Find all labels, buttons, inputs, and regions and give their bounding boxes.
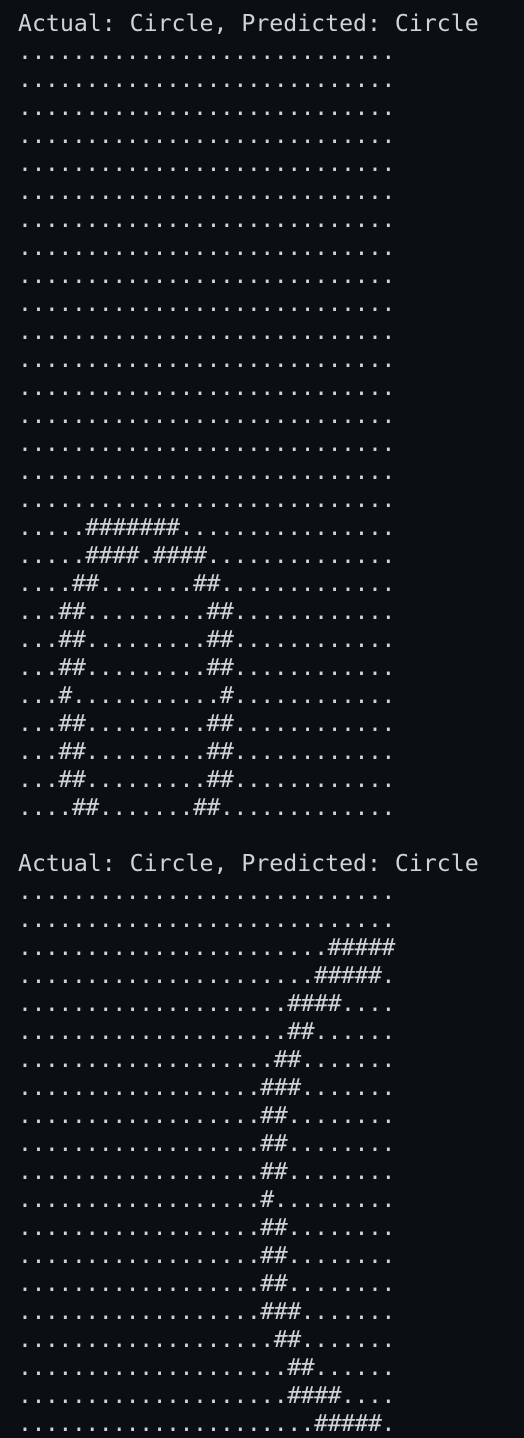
grid-row: ....................##...... [18,1354,395,1381]
prediction-header: Actual: Circle, Predicted: Circle [18,10,479,37]
grid-row: ...##.........##............ [18,626,395,653]
grid-row: ............................ [18,178,395,205]
grid-row: ............................ [18,402,395,429]
grid-row: ......................#####. [18,1410,395,1437]
sample-block-1: Actual: Circle, Predicted: Circle ......… [18,10,524,822]
grid-row: .....####.####.............. [18,542,395,569]
grid-row: ...##.........##............ [18,710,395,737]
grid-row: ...#...........#............ [18,682,395,709]
grid-row: ..................##........ [18,1242,395,1269]
grid-row: ............................ [18,458,395,485]
grid-row: ...##.........##............ [18,738,395,765]
terminal-output: Actual: Circle, Predicted: Circle ......… [0,0,524,1438]
grid-row: ............................ [18,234,395,261]
grid-row: ....................####.... [18,1382,395,1409]
grid-row: ..................##........ [18,1130,395,1157]
grid-row: ....................####.... [18,990,395,1017]
grid-row: .....#######................ [18,514,395,541]
grid-row: ...................##....... [18,1326,395,1353]
grid-row: ............................ [18,262,395,289]
grid-row: ............................ [18,346,395,373]
grid-row: ..................##........ [18,1102,395,1129]
grid-row: ...................##....... [18,1046,395,1073]
grid-row: ............................ [18,38,395,65]
grid-row: ...##.........##............ [18,598,395,625]
grid-row: ............................ [18,66,395,93]
grid-row: ..................##........ [18,1214,395,1241]
grid-row: ............................ [18,906,395,933]
prediction-header: Actual: Circle, Predicted: Circle [18,850,479,877]
grid-row: ............................ [18,878,395,905]
grid-row: ............................ [18,318,395,345]
ascii-grid: ............................ ...........… [18,878,524,1438]
grid-row: .......................##### [18,934,395,961]
grid-row: ..................##........ [18,1158,395,1185]
grid-row: ..................###....... [18,1074,395,1101]
grid-row: ....##.......##............. [18,794,395,821]
grid-row: ............................ [18,150,395,177]
grid-row: ............................ [18,430,395,457]
ascii-grid: ............................ ...........… [18,38,524,822]
grid-row: ............................ [18,290,395,317]
grid-row: ....##.......##............. [18,570,395,597]
grid-row: ..................#......... [18,1186,395,1213]
grid-row: ..................##........ [18,1270,395,1297]
grid-row: ............................ [18,206,395,233]
grid-row: ....................##...... [18,1018,395,1045]
grid-row: ...##.........##............ [18,766,395,793]
grid-row: ............................ [18,94,395,121]
grid-row: ............................ [18,486,395,513]
grid-row: ............................ [18,122,395,149]
grid-row: ..................###....... [18,1298,395,1325]
grid-row: ............................ [18,374,395,401]
grid-row: ......................#####. [18,962,395,989]
sample-block-2: Actual: Circle, Predicted: Circle ......… [18,850,524,1438]
grid-row: ...##.........##............ [18,654,395,681]
